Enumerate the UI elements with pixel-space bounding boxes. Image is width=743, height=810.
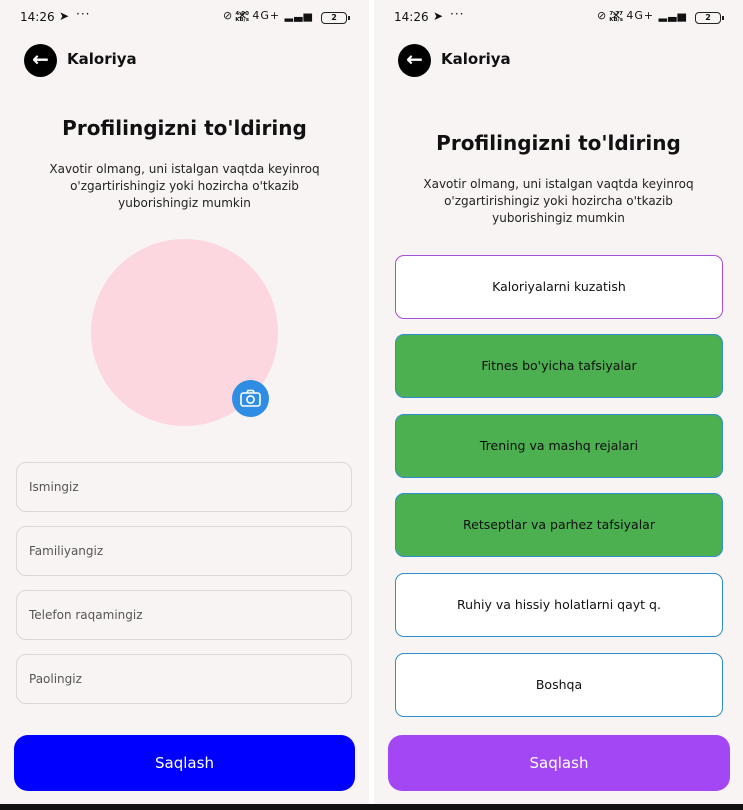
- phone-input[interactable]: [17, 591, 351, 639]
- page-subtitle: Xavotir olmang, uni istalgan vaqtda keyi…: [423, 177, 694, 225]
- last-name-field[interactable]: [16, 526, 352, 576]
- last-name-input[interactable]: [17, 527, 351, 575]
- camera-icon: [240, 389, 261, 407]
- option-other[interactable]: Boshqa: [395, 653, 723, 717]
- save-button[interactable]: Saqlash: [388, 735, 730, 791]
- telegram-icon: ➤: [59, 9, 70, 23]
- back-arrow-icon[interactable]: ←: [24, 44, 57, 77]
- more-notifications-icon: ···: [76, 7, 91, 21]
- app-title: Kaloriya: [441, 50, 511, 68]
- profile-form-screen: 14:26 ➤ ··· 4.90 KB/s ⊘ ✕ 4G+ ▂▃▅ 2 ← Kal…: [0, 0, 369, 810]
- system-nav-bar: [0, 804, 743, 810]
- page-subtitle: Xavotir olmang, uni istalgan vaqtda keyi…: [49, 162, 320, 210]
- first-name-field[interactable]: [16, 462, 352, 512]
- option-calorie-tracking[interactable]: Kaloriyalarni kuzatish: [395, 255, 723, 319]
- battery-icon: 2: [695, 12, 724, 24]
- phone-field[interactable]: [16, 590, 352, 640]
- status-bar: 14:26 ➤ ··· 7.77 KB/s ⊘ ✕ 4G+ ▂▃▅ 2: [394, 7, 725, 28]
- back-arrow-icon[interactable]: ←: [398, 44, 431, 77]
- option-mental-emotional[interactable]: Ruhiy va hissiy holatlarni qayt q.: [395, 573, 723, 637]
- status-bar: 14:26 ➤ ··· 4.90 KB/s ⊘ ✕ 4G+ ▂▃▅ 2: [20, 7, 351, 28]
- more-notifications-icon: ···: [450, 7, 465, 21]
- status-time: 14:26: [20, 10, 55, 24]
- signal-icons: ⊘ ✕ 4G+ ▂▃▅: [222, 9, 313, 22]
- goals-selection-screen: 14:26 ➤ ··· 7.77 KB/s ⊘ ✕ 4G+ ▂▃▅ 2 ← Kal…: [374, 0, 743, 810]
- option-training-plans[interactable]: Trening va mashq rejalari: [395, 414, 723, 478]
- camera-button[interactable]: [232, 380, 269, 417]
- option-fitness-recommendations[interactable]: Fitnes bo'yicha tafsiyalar: [395, 334, 723, 398]
- signal-icons: ⊘ ✕ 4G+ ▂▃▅: [596, 9, 687, 22]
- password-input[interactable]: [17, 655, 351, 703]
- battery-icon: 2: [321, 12, 350, 24]
- save-button[interactable]: Saqlash: [14, 735, 355, 791]
- password-field[interactable]: [16, 654, 352, 704]
- telegram-icon: ➤: [433, 9, 444, 23]
- page-title: Profilingizni to'ldiring: [62, 116, 307, 140]
- status-time: 14:26: [394, 10, 429, 24]
- option-recipes-diet[interactable]: Retseptlar va parhez tafsiyalar: [395, 493, 723, 557]
- app-title: Kaloriya: [67, 50, 137, 68]
- page-title: Profilingizni to'ldiring: [436, 131, 681, 155]
- first-name-input[interactable]: [17, 463, 351, 511]
